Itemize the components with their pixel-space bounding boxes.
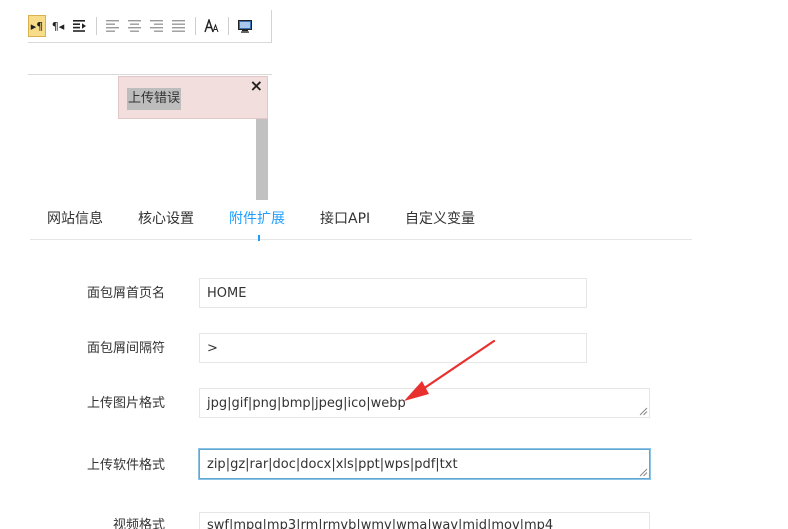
tab-site-info[interactable]: 网站信息 (47, 208, 103, 240)
align-center-icon (128, 20, 141, 32)
image-formats-label: 上传图片格式 (86, 396, 165, 411)
preview-button[interactable] (235, 15, 255, 37)
breadcrumb-home-value: HOME (207, 285, 247, 301)
font-size-button[interactable] (202, 15, 222, 37)
tab-core-settings[interactable]: 核心设置 (138, 208, 194, 240)
resize-grip-icon[interactable] (639, 468, 648, 477)
breadcrumb-separator-label: 面包屑间隔符 (86, 341, 165, 356)
align-right-button[interactable] (147, 15, 167, 37)
toolbar-separator (195, 17, 196, 35)
video-formats-value: swf|mpg|mp3|rm|rmvb|wmv|wma|wav|mid|mov|… (207, 518, 554, 529)
breadcrumb-separator-input[interactable]: > (199, 333, 587, 363)
breadcrumb-home-input[interactable]: HOME (199, 278, 587, 308)
tab-api[interactable]: 接口API (320, 208, 370, 240)
settings-tabs: 网站信息 核心设置 附件扩展 接口API 自定义变量 (30, 200, 692, 241)
align-left-icon (106, 20, 119, 32)
font-size-icon (204, 19, 219, 33)
software-formats-value: zip|gz|rar|doc|docx|xls|ppt|wps|pdf|txt (207, 456, 458, 472)
align-right-icon (150, 20, 163, 32)
align-justify-button[interactable] (169, 15, 189, 37)
editor-content-area[interactable] (28, 42, 272, 200)
editor-toolbar: ▸¶ ¶◂ (28, 10, 272, 42)
upload-error-popup: 上传错误 × (118, 76, 268, 119)
tab-attachment-extension[interactable]: 附件扩展 (229, 208, 285, 241)
paragraph-ltr-icon: ▸¶ (30, 19, 44, 33)
preview-monitor-icon (238, 19, 252, 33)
software-formats-label: 上传软件格式 (86, 458, 165, 473)
align-center-button[interactable] (125, 15, 145, 37)
software-formats-textarea[interactable]: zip|gz|rar|doc|docx|xls|ppt|wps|pdf|txt (199, 449, 650, 479)
tab-custom-variables[interactable]: 自定义变量 (405, 208, 475, 240)
resize-grip-icon[interactable] (639, 407, 648, 416)
video-formats-textarea[interactable]: swf|mpg|mp3|rm|rmvb|wmv|wma|wav|mid|mov|… (199, 512, 650, 529)
editor-scrollbar[interactable] (256, 110, 268, 200)
editor-divider (28, 74, 272, 75)
video-formats-label: 视频格式 (112, 518, 165, 529)
image-formats-value: jpg|gif|png|bmp|jpeg|ico|webp (207, 395, 406, 411)
paragraph-rtl-icon: ¶◂ (51, 19, 65, 33)
breadcrumb-separator-value: > (207, 340, 218, 356)
breadcrumb-home-label: 面包屑首页名 (86, 286, 165, 301)
close-icon[interactable]: × (250, 77, 263, 95)
upload-error-message: 上传错误 (127, 88, 182, 110)
image-formats-textarea[interactable]: jpg|gif|png|bmp|jpeg|ico|webp (199, 388, 650, 418)
toolbar-separator (228, 17, 229, 35)
align-justify-icon (172, 20, 185, 32)
align-left-button[interactable] (103, 15, 123, 37)
paragraph-rtl-button[interactable]: ¶◂ (48, 15, 68, 37)
toolbar-separator (96, 17, 97, 35)
paragraph-ltr-button[interactable]: ▸¶ (28, 15, 46, 37)
indent-icon (73, 20, 86, 32)
indent-button[interactable] (70, 15, 90, 37)
